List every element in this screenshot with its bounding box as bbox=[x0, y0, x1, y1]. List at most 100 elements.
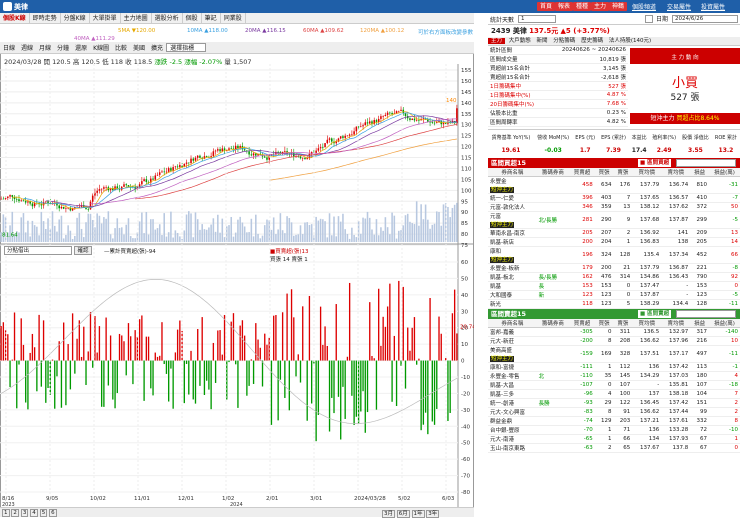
broker-row[interactable]: 玉山-南京東路-63265137.67137.8670 bbox=[488, 444, 740, 453]
btn-monthly[interactable]: 月線 bbox=[36, 43, 54, 55]
page-2[interactable]: 2 bbox=[11, 509, 19, 517]
ma-note[interactable]: 可於右方面板改變參數 bbox=[418, 28, 473, 36]
menu-notes[interactable]: 筆記 bbox=[202, 13, 221, 24]
col-header[interactable]: 買賣超 bbox=[569, 319, 595, 328]
btn-weekly[interactable]: 週線 bbox=[18, 43, 36, 55]
broker-row[interactable]: 富邦-嘉義-3050311136.5132.97317-140 bbox=[488, 328, 740, 337]
days-select[interactable]: 1 bbox=[518, 15, 556, 23]
page-6[interactable]: 6 bbox=[49, 509, 57, 517]
col-header[interactable]: 損益 bbox=[690, 319, 709, 328]
broker-row[interactable]: 康和-富捷-1111112136137.42113-1 bbox=[488, 363, 740, 372]
broker-row[interactable]: 群益金鼎-74129203137.21137.613328 bbox=[488, 417, 740, 426]
broker-row[interactable]: 永豐金-零售北-11035145134.29137.031804 bbox=[488, 372, 740, 381]
calendar-icon[interactable] bbox=[645, 15, 653, 23]
menu-realtime[interactable]: 即時走勢 bbox=[30, 13, 61, 24]
menu-big-order[interactable]: 大單掛單 bbox=[90, 13, 121, 24]
menu-stock[interactable]: 個股 bbox=[183, 13, 202, 24]
tab-holdings[interactable]: 法人持股(140元) bbox=[607, 38, 653, 44]
tab-broker[interactable]: 分點籌碼 bbox=[551, 38, 577, 44]
sell-mode[interactable]: ■ 區間賣超 bbox=[638, 310, 671, 318]
col-header[interactable]: 買張 bbox=[595, 168, 614, 177]
nav-button-home[interactable]: 首頁 bbox=[537, 2, 555, 11]
broker-row[interactable]: 元大-南港-65166134137.93671 bbox=[488, 435, 740, 444]
link-stock-channel[interactable]: 個股頻道 bbox=[632, 2, 656, 11]
link-trade-attr[interactable]: 交易屬性 bbox=[667, 2, 691, 11]
col-header[interactable]: 損益 bbox=[690, 168, 709, 177]
col-header[interactable]: 損益(萬) bbox=[709, 319, 740, 328]
col-header[interactable]: 買均價 bbox=[632, 168, 661, 177]
broker-row[interactable]: 凱基-新店2002041136.8313820514 bbox=[488, 238, 740, 247]
days-label: 統計天數 bbox=[490, 15, 514, 27]
broker-row[interactable]: 凱基-三多-964100137138.181047 bbox=[488, 390, 740, 399]
btn-us[interactable]: 美國 bbox=[130, 43, 148, 55]
broker-row[interactable]: 統一-創港長勝-9329122136.45137.421512 bbox=[488, 399, 740, 408]
broker-row[interactable]: 永豐金短沖主力458634176137.79136.74810-31 bbox=[488, 177, 740, 194]
buy-filter-select[interactable] bbox=[676, 159, 736, 167]
col-header[interactable]: 損益(萬) bbox=[709, 168, 740, 177]
indicator-select[interactable]: 選擇指標 bbox=[166, 43, 206, 52]
tab-big[interactable]: 大戶動態 bbox=[507, 38, 533, 44]
broker-row[interactable]: 凱基-大昌-1070107-135.81107-18 bbox=[488, 381, 740, 390]
col-header[interactable]: 賣張 bbox=[613, 319, 632, 328]
broker-row[interactable]: 統一-仁愛3964037137.65136.57410-7 bbox=[488, 194, 740, 203]
btn-restore[interactable]: 還原 bbox=[72, 43, 90, 55]
nav-button-chips[interactable]: 種種 bbox=[573, 2, 591, 11]
col-header[interactable]: 籌碼券商 bbox=[537, 168, 569, 177]
broker-row[interactable]: 凱基-板北長/長勝162476314134.86136.4379092 bbox=[488, 273, 740, 282]
page-1[interactable]: 1 bbox=[2, 509, 10, 517]
btn-minute[interactable]: 分鐘 bbox=[54, 43, 72, 55]
nav-button-report[interactable]: 報表 bbox=[555, 2, 573, 11]
col-header[interactable]: 賣均價 bbox=[661, 319, 690, 328]
volume-bar bbox=[152, 219, 154, 242]
btn-compare[interactable]: 比較 bbox=[112, 43, 130, 55]
col-header[interactable]: 籌碼券商 bbox=[537, 319, 569, 328]
btn-daily[interactable]: 日線 bbox=[0, 43, 18, 55]
nav-button-crane[interactable]: 神鶴 bbox=[609, 2, 627, 11]
broker-row[interactable]: 新光1181235138.29134.4128-11 bbox=[488, 300, 740, 309]
menu-peers[interactable]: 同業股 bbox=[221, 13, 246, 24]
col-header[interactable]: 券商名稱 bbox=[488, 168, 537, 177]
menu-main-map[interactable]: 主力地圖 bbox=[121, 13, 152, 24]
page-3[interactable]: 3 bbox=[21, 509, 29, 517]
page-4[interactable]: 4 bbox=[30, 509, 38, 517]
volume-bar bbox=[141, 213, 143, 242]
broker-cell: 50 bbox=[709, 203, 740, 212]
col-header[interactable]: 買張 bbox=[595, 319, 614, 328]
menu-kline[interactable]: 個股K線 bbox=[0, 13, 30, 24]
col-header[interactable]: 賣張 bbox=[613, 168, 632, 177]
menu-pick[interactable]: 選股分析 bbox=[152, 13, 183, 24]
btn-expand[interactable]: 擴充 bbox=[148, 43, 166, 55]
tab-main[interactable]: 主力 bbox=[488, 38, 505, 44]
tab-history[interactable]: 歷史籌碼 bbox=[579, 38, 605, 44]
broker-row[interactable]: 元富短沖主力北/長勝2812909137.68137.87299-5 bbox=[488, 212, 740, 229]
broker-cell: 328 bbox=[613, 346, 632, 363]
link-invest-attr[interactable]: 投資屬性 bbox=[701, 2, 725, 11]
lower-tick-label: 0 bbox=[461, 359, 465, 365]
col-header[interactable]: 券商名稱 bbox=[488, 319, 537, 328]
tab-news[interactable]: 新聞 bbox=[535, 38, 550, 44]
broker-row[interactable]: 大和國泰新1231230137.87-123-5 bbox=[488, 291, 740, 300]
broker-row[interactable]: 台中銀-豐原-70171136133.2872-10 bbox=[488, 426, 740, 435]
broker-row[interactable]: 凱基長1531530137.47-1530 bbox=[488, 282, 740, 291]
buy-mode[interactable]: ■ 區間買超 bbox=[638, 159, 671, 167]
col-header[interactable]: 買賣超 bbox=[569, 168, 595, 177]
col-header[interactable]: 買均價 bbox=[632, 319, 661, 328]
broker-row[interactable]: 永豐金-板新17920021137.79136.87221-8 bbox=[488, 264, 740, 273]
lower-tick-label: -10 bbox=[461, 375, 470, 381]
broker-row[interactable]: 美商高盛短沖主力-159169328137.51137.17497-11 bbox=[488, 346, 740, 363]
broker-row[interactable]: 元富-敦化法人34635913138.12137.6237250 bbox=[488, 203, 740, 212]
broker-row[interactable]: 元大-文心興富-83891136.62137.44992 bbox=[488, 408, 740, 417]
btn-kchart[interactable]: K線圖 bbox=[90, 43, 112, 55]
broker-row[interactable]: 華南永昌-南京2052072136.9214120913 bbox=[488, 229, 740, 238]
menu-minute-k[interactable]: 分盤K線 bbox=[61, 13, 90, 24]
nav-button-main[interactable]: 主力 bbox=[591, 2, 609, 11]
broker-row[interactable]: 元大-新莊-2008208136.62137.9621610 bbox=[488, 337, 740, 346]
page-5[interactable]: 5 bbox=[40, 509, 48, 517]
sell-filter-select[interactable] bbox=[676, 310, 736, 318]
col-header[interactable]: 賣均價 bbox=[661, 168, 690, 177]
broker-row[interactable]: 康和短沖主力196324128135.4137.3445266 bbox=[488, 247, 740, 264]
price-chart[interactable]: 1551501451401351301251201151101051009590… bbox=[0, 64, 474, 507]
date-input[interactable]: 2024/6/26 bbox=[672, 15, 738, 23]
lower-indicator-select[interactable]: 分點借出 bbox=[4, 246, 72, 255]
lower-confirm-button[interactable]: 確認 bbox=[74, 246, 92, 255]
